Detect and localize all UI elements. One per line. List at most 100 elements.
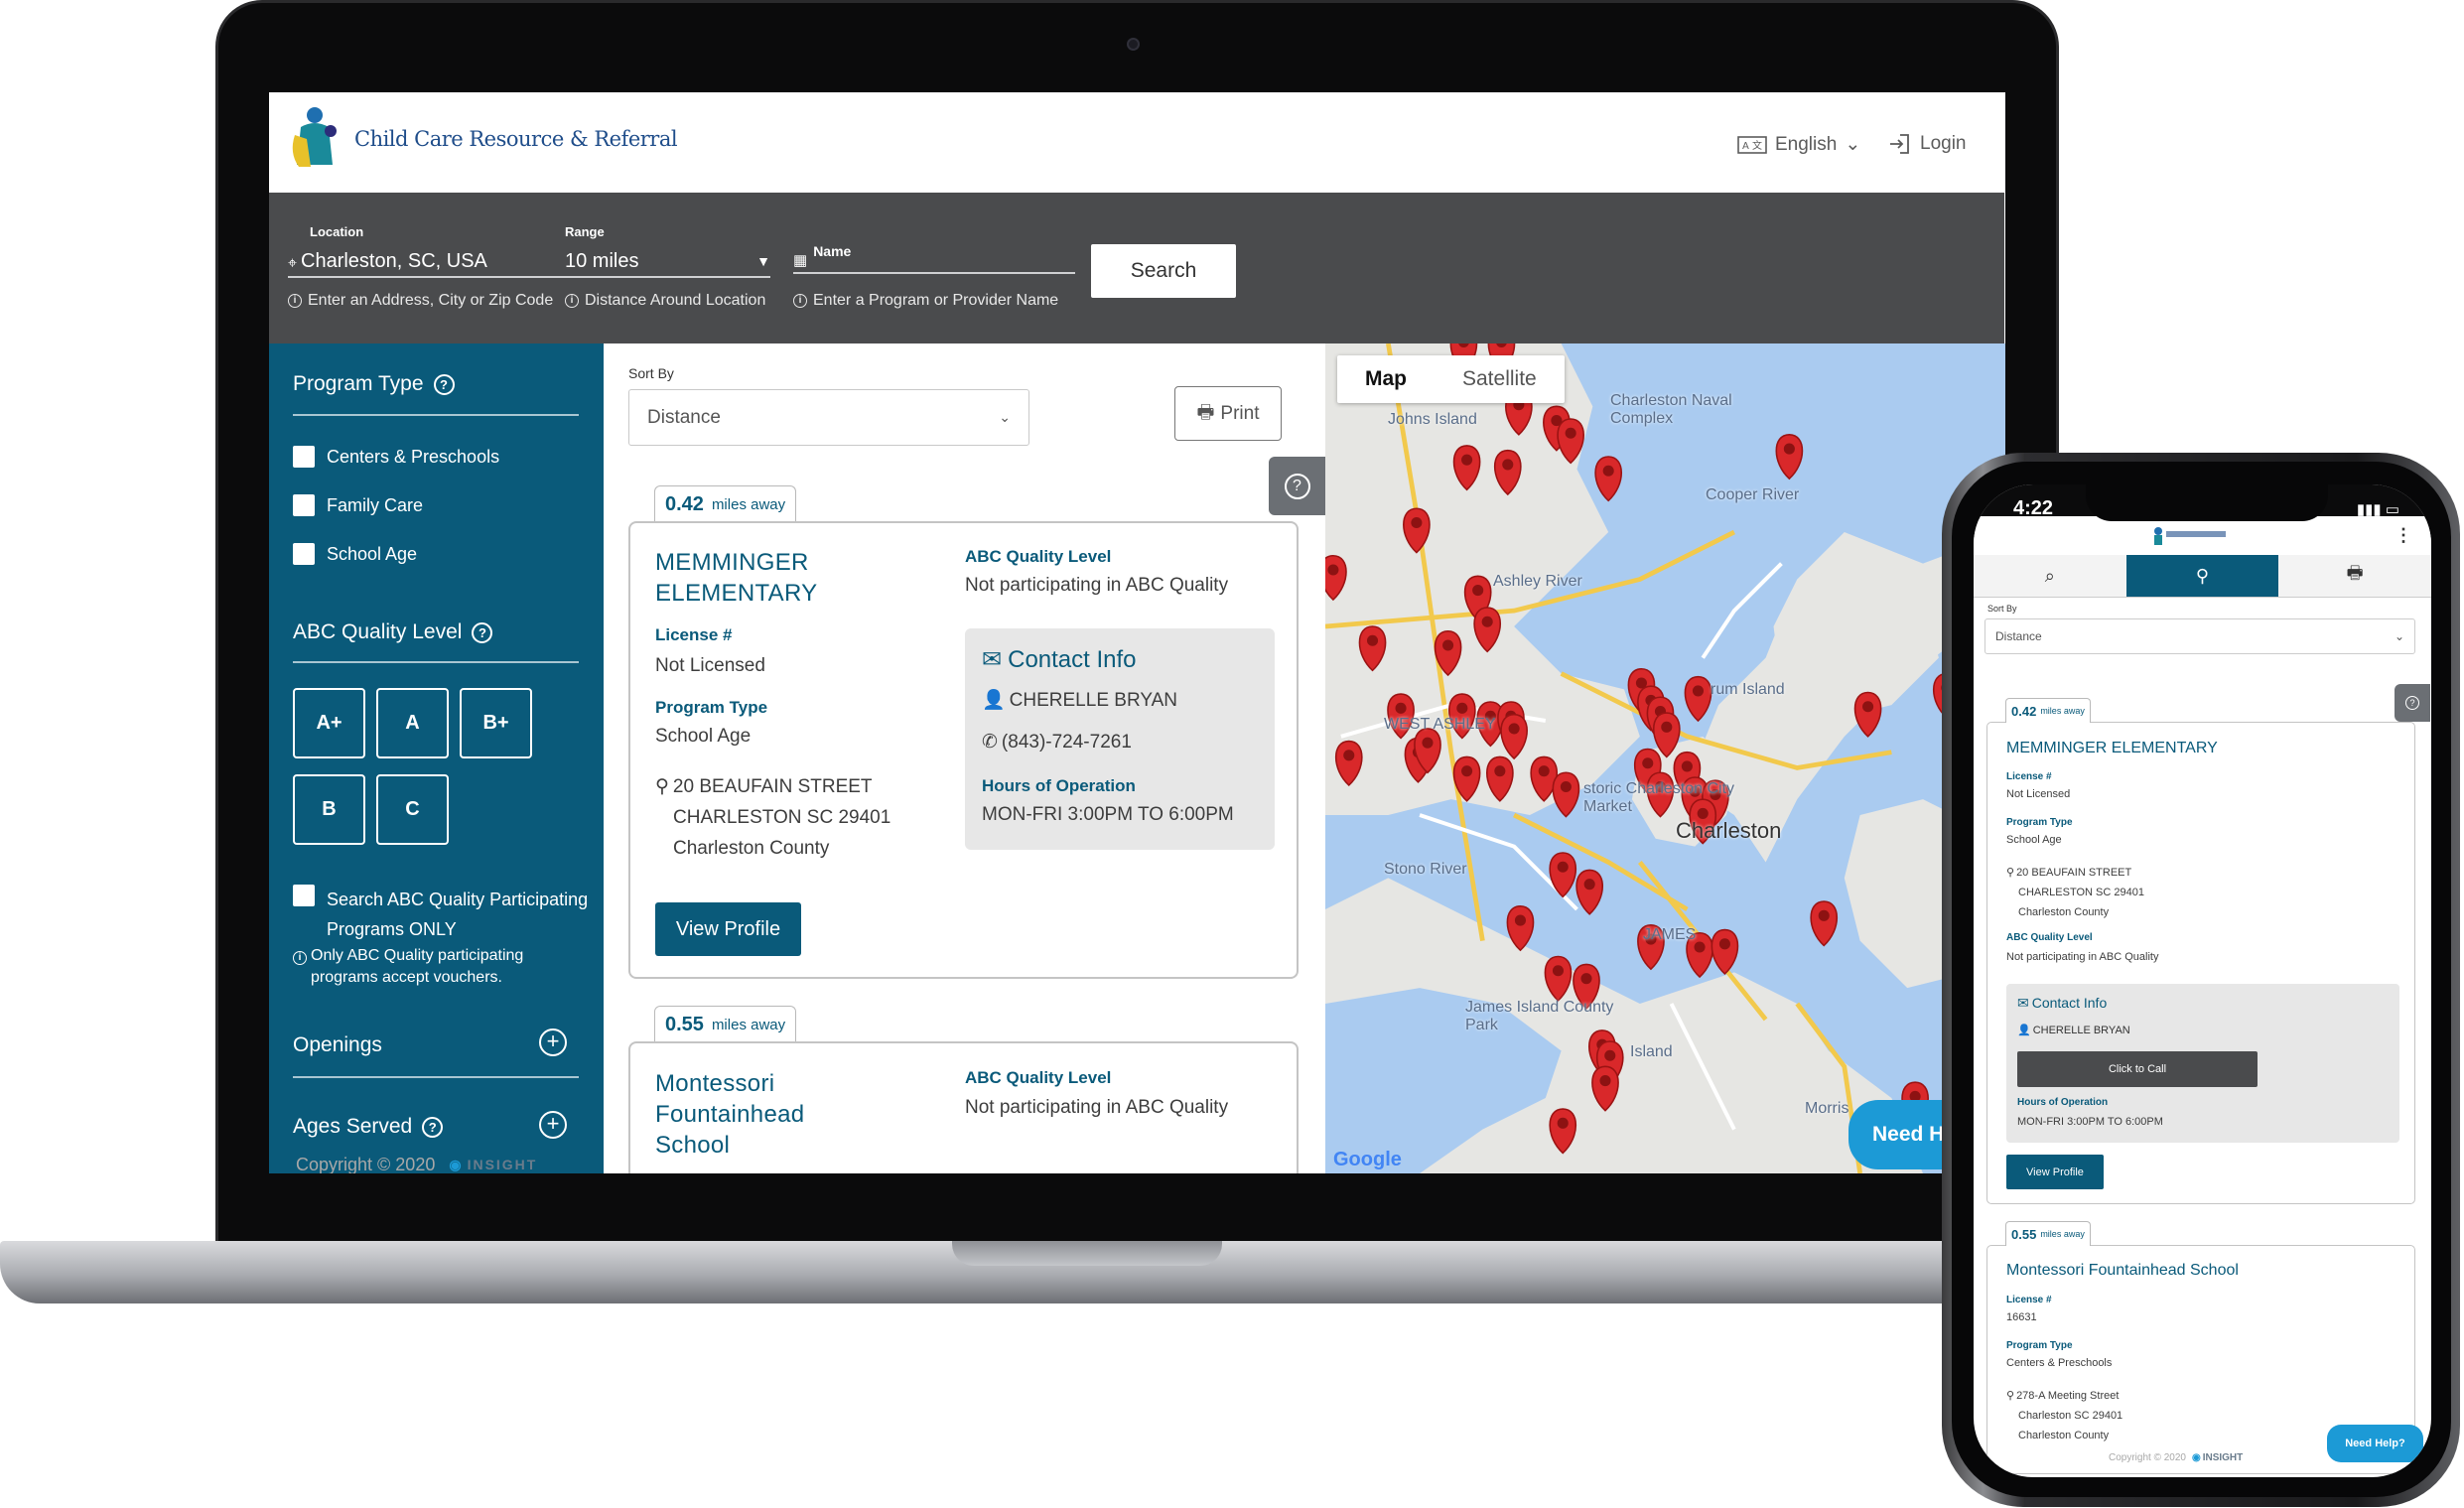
search-button-label: Search <box>1130 259 1197 282</box>
address-line1: 278-A Meeting Street <box>2016 1390 2120 1402</box>
contact-phone-text: (843)-724-7261 <box>1001 732 1132 753</box>
abc-grade-button[interactable]: B+ <box>460 688 532 758</box>
map-pin <box>1452 445 1481 491</box>
kebab-menu-icon[interactable]: ⋮ <box>2395 525 2412 546</box>
map-tab[interactable]: Map <box>1337 355 1435 403</box>
program-type-checkbox[interactable]: School Age <box>293 543 417 565</box>
program-type-label: Program Type <box>655 698 768 717</box>
language-selector[interactable]: A 文 English ⌄ <box>1737 133 1860 156</box>
help-tab[interactable]: ? <box>1269 457 1325 515</box>
distance-tab: 0.55 miles away <box>654 1006 797 1043</box>
view-profile-button[interactable]: View Profile <box>655 902 801 956</box>
openings-heading[interactable]: Openings <box>293 1033 382 1057</box>
program-name[interactable]: Montessori Fountainhead School <box>655 1068 804 1161</box>
checkbox[interactable] <box>293 446 315 468</box>
map-place-label: James Island County Park <box>1465 999 1614 1033</box>
help-icon[interactable]: ? <box>422 1116 444 1138</box>
results-map[interactable]: Map Satellite Charleston Naval Complex Char… <box>1325 343 2005 1173</box>
map-place-label: storic Charleston City Market <box>1583 780 1735 815</box>
info-icon: i <box>565 294 579 308</box>
sort-select[interactable]: Distance ⌄ <box>628 389 1029 446</box>
abc-grade-button[interactable]: B <box>293 774 365 845</box>
help-tab[interactable]: ? <box>2395 684 2430 722</box>
location-value: Charleston, SC, USA <box>301 250 487 272</box>
license-label: License # <box>2006 1295 2052 1305</box>
program-name[interactable]: MEMMINGER ELEMENTARY <box>655 547 818 609</box>
building-icon: ▦ <box>793 252 808 269</box>
insight-brand-text: INSIGHT <box>467 1157 538 1172</box>
print-button[interactable]: 🖶 Print <box>1174 386 1282 441</box>
phone-site-logo[interactable] <box>2152 525 2228 545</box>
distance-unit: miles away <box>2040 1229 2085 1239</box>
map-place-label: Island <box>1630 1043 1673 1060</box>
click-to-call-button[interactable]: Click to Call <box>2017 1051 2258 1087</box>
range-value: 10 miles <box>565 250 639 272</box>
login-link[interactable]: Login <box>1888 133 1967 155</box>
program-name-line3: School <box>655 1132 731 1159</box>
need-help-label: Need Help? <box>2345 1438 2405 1449</box>
distance-value: 0.55 <box>2011 1226 2037 1242</box>
help-icon[interactable]: ? <box>472 621 493 643</box>
openings-title: Openings <box>293 1033 382 1056</box>
abc-level-label: ABC Quality Level <box>2006 932 2093 943</box>
address-line1: 20 BEAUFAIN STREET <box>2016 867 2132 879</box>
program-name[interactable]: Montessori Fountainhead School <box>2006 1262 2239 1280</box>
checkbox-label: School Age <box>327 543 418 564</box>
abc-note-line2: programs accept vouchers. <box>311 969 502 986</box>
map-place-label: Charleston Naval Complex <box>1610 392 1732 427</box>
site-logo[interactable]: Child Care Resource & Referral <box>285 105 678 171</box>
caret-down-icon: ▼ <box>756 253 770 269</box>
divider <box>293 1076 579 1078</box>
program-type-value: School Age <box>2006 834 2062 846</box>
distance-value: 0.55 <box>665 1014 704 1035</box>
map-pin <box>1549 1108 1576 1155</box>
ages-served-heading[interactable]: Ages Served? <box>293 1115 444 1139</box>
expand-plus-icon[interactable]: + <box>539 1111 567 1139</box>
distance-unit: miles away <box>711 1017 786 1033</box>
name-hint-text: Enter a Program or Provider Name <box>813 292 1059 309</box>
license-label: License # <box>655 625 733 644</box>
user-icon: 👤 <box>2017 1025 2031 1036</box>
name-input[interactable]: ▦ Name <box>793 236 1075 274</box>
program-type-checkbox[interactable]: Family Care <box>293 494 423 516</box>
map-marker-icon: ⌖ <box>288 255 298 272</box>
license-value: Not Licensed <box>655 655 765 676</box>
address-line3: Charleston County <box>673 838 830 859</box>
need-help-button[interactable]: Need Help? <box>2327 1425 2423 1462</box>
satellite-tab[interactable]: Satellite <box>1435 355 1565 403</box>
sort-select[interactable]: Distance ⌄ <box>1985 618 2415 654</box>
range-select[interactable]: 10 miles ▼ <box>565 240 770 278</box>
view-profile-button[interactable]: View Profile <box>2006 1155 2104 1189</box>
abc-grade-button[interactable]: C <box>376 774 449 845</box>
checkbox[interactable] <box>293 494 315 516</box>
abc-grade-button[interactable]: A <box>376 688 449 758</box>
hours-value: MON-FRI 3:00PM TO 6:00PM <box>2017 1116 2163 1128</box>
abc-level-value: Not participating in ABC Quality <box>2006 951 2159 963</box>
program-type-checkbox[interactable]: Centers & Preschools <box>293 446 499 468</box>
checkbox[interactable] <box>293 885 315 906</box>
contact-phone[interactable]: ✆ (843)-724-7261 <box>982 731 1132 754</box>
expand-plus-icon[interactable]: + <box>539 1028 567 1056</box>
map-tab[interactable]: ⚲ <box>2125 555 2279 597</box>
program-name[interactable]: MEMMINGER ELEMENTARY <box>2006 740 2218 757</box>
distance-unit: miles away <box>2040 706 2085 716</box>
grade-label: B+ <box>482 712 509 734</box>
location-hint-text: Enter an Address, City or Zip Code <box>308 292 554 309</box>
program-name-line2: Fountainhead <box>655 1101 805 1128</box>
abc-only-label: Search ABC Quality Participating Programs… <box>327 885 588 944</box>
map-marker-icon: ⚲ <box>2006 1390 2015 1402</box>
search-button[interactable]: Search <box>1091 244 1236 298</box>
laptop-camera <box>1127 38 1140 51</box>
print-tab[interactable]: 🖶 <box>2278 555 2431 597</box>
map-pin <box>1325 554 1347 602</box>
checkbox[interactable] <box>293 543 315 565</box>
distance-tab: 0.42 miles away <box>654 485 797 523</box>
program-card: Montessori Fountainhead School ABC Quality … <box>628 1041 1299 1173</box>
search-tab[interactable]: ⌕ <box>1974 555 2126 597</box>
abc-grade-button[interactable]: A+ <box>293 688 365 758</box>
help-icon[interactable]: ? <box>433 373 455 395</box>
distance-unit: miles away <box>711 496 786 513</box>
abc-only-checkbox[interactable]: Search ABC Quality Participating Programs… <box>293 885 588 944</box>
divider <box>293 414 579 416</box>
map-pin <box>1335 740 1363 786</box>
